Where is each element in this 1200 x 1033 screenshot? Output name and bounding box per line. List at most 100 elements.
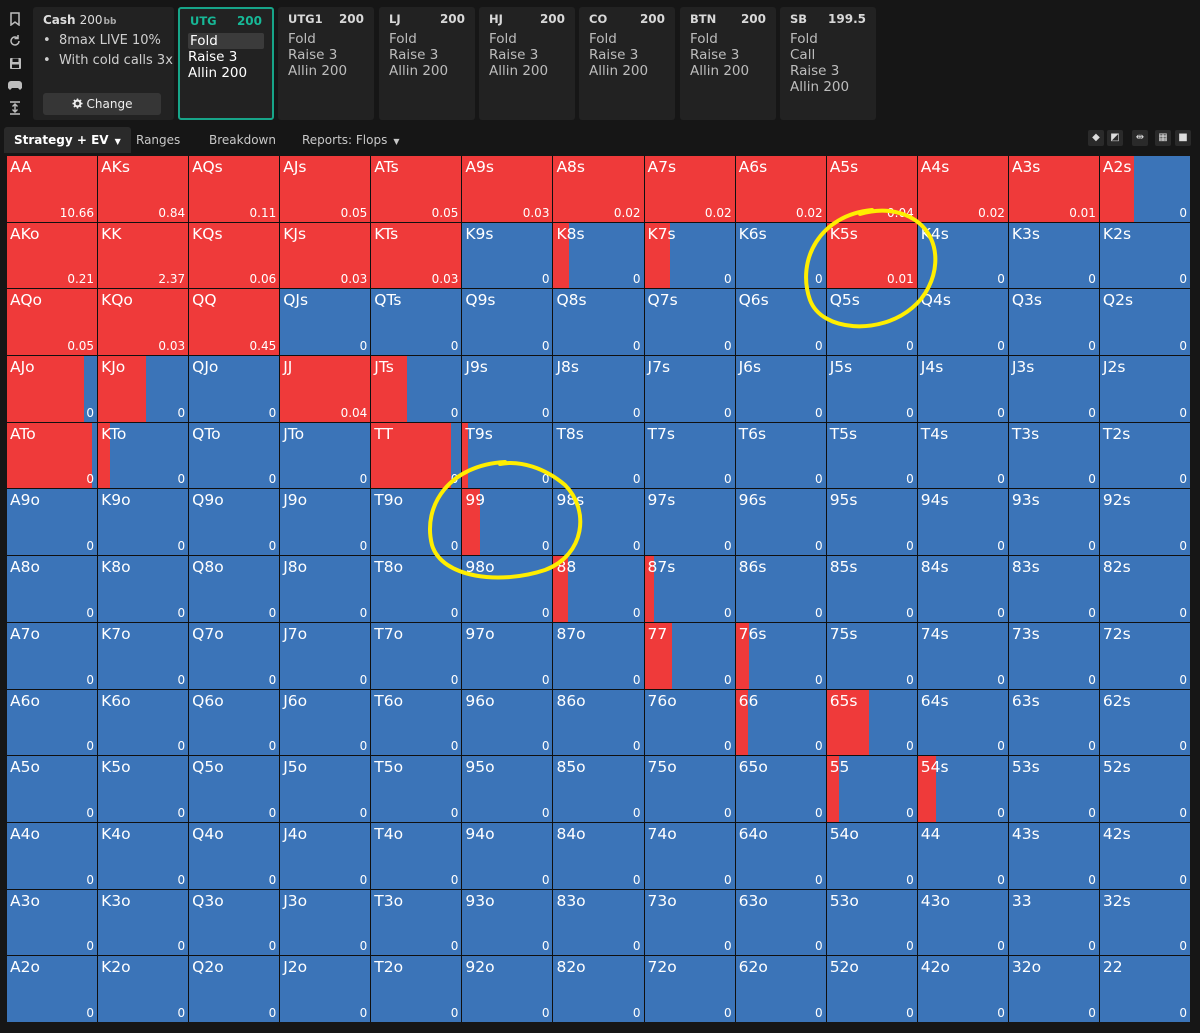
- tab-strategy-ev[interactable]: Strategy + EV ▼: [4, 127, 131, 153]
- hand-cell-k7s[interactable]: K7s 0: [644, 222, 735, 289]
- hand-cell-a9s[interactable]: A9s 0.03: [462, 156, 553, 222]
- hand-cell-a3o[interactable]: A3o 0: [7, 889, 98, 956]
- hand-cell-j6o[interactable]: J6o 0: [280, 689, 371, 756]
- hand-cell-kjs[interactable]: KJs 0.03: [280, 222, 371, 289]
- position-panel-co[interactable]: CO 200 Fold Raise 3 Allin 200: [579, 7, 675, 120]
- hand-cell-55[interactable]: 55 0: [826, 756, 917, 822]
- hand-cell-97s[interactable]: 97s 0: [644, 489, 735, 556]
- hand-cell-j8o[interactable]: J8o 0: [280, 556, 371, 622]
- action-allin-200[interactable]: Allin 200: [489, 63, 548, 79]
- hand-cell-q3o[interactable]: Q3o 0: [189, 889, 280, 956]
- hand-cell-aqo[interactable]: AQo 0.05: [7, 289, 98, 356]
- cube-icon[interactable]: ◆: [1088, 130, 1104, 146]
- hand-cell-86o[interactable]: 86o 0: [553, 689, 644, 756]
- hand-cell-t2s[interactable]: T2s 0: [1099, 422, 1190, 489]
- hand-cell-j2s[interactable]: J2s 0: [1099, 356, 1190, 422]
- action-fold[interactable]: Fold: [489, 31, 517, 47]
- action-allin-200[interactable]: Allin 200: [288, 63, 347, 79]
- hand-cell-k5s[interactable]: K5s 0.01: [826, 222, 917, 289]
- action-allin-200[interactable]: Allin 200: [389, 63, 448, 79]
- hand-cell-73o[interactable]: 73o 0: [644, 889, 735, 956]
- hand-cell-aks[interactable]: AKs 0.84: [98, 156, 189, 222]
- hand-cell-k9o[interactable]: K9o 0: [98, 489, 189, 556]
- save-icon[interactable]: [8, 57, 22, 71]
- hand-cell-k2o[interactable]: K2o 0: [98, 956, 189, 1022]
- hand-cell-q8s[interactable]: Q8s 0: [553, 289, 644, 356]
- hand-cell-q2o[interactable]: Q2o 0: [189, 956, 280, 1022]
- hand-cell-a5s[interactable]: A5s 0.04: [826, 156, 917, 222]
- hand-cell-66[interactable]: 66 0: [735, 689, 826, 756]
- position-panel-sb[interactable]: SB 199.5 Fold Call Raise 3 Allin 200: [780, 7, 876, 120]
- hand-cell-33[interactable]: 33 0: [1008, 889, 1099, 956]
- action-fold[interactable]: Fold: [188, 33, 264, 49]
- hand-cell-64s[interactable]: 64s 0: [917, 689, 1008, 756]
- hand-cell-63s[interactable]: 63s 0: [1008, 689, 1099, 756]
- hand-cell-a6s[interactable]: A6s 0.02: [735, 156, 826, 222]
- hand-cell-t2o[interactable]: T2o 0: [371, 956, 462, 1022]
- action-fold[interactable]: Fold: [288, 31, 316, 47]
- hand-cell-ato[interactable]: ATo 0: [7, 422, 98, 489]
- hand-cell-t7o[interactable]: T7o 0: [371, 622, 462, 689]
- hand-cell-j5s[interactable]: J5s 0: [826, 356, 917, 422]
- hand-cell-t3s[interactable]: T3s 0: [1008, 422, 1099, 489]
- hand-cell-q5o[interactable]: Q5o 0: [189, 756, 280, 822]
- hand-cell-83s[interactable]: 83s 0: [1008, 556, 1099, 622]
- hand-cell-j7o[interactable]: J7o 0: [280, 622, 371, 689]
- action-fold[interactable]: Fold: [389, 31, 417, 47]
- hand-cell-63o[interactable]: 63o 0: [735, 889, 826, 956]
- hand-cell-22[interactable]: 22 0: [1099, 956, 1190, 1022]
- position-panel-utg[interactable]: UTG 200 Fold Raise 3 Allin 200: [178, 7, 274, 120]
- hand-cell-92o[interactable]: 92o 0: [462, 956, 553, 1022]
- action-call[interactable]: Call: [790, 47, 815, 63]
- hand-cell-76s[interactable]: 76s 0: [735, 622, 826, 689]
- hand-cell-88[interactable]: 88 0: [553, 556, 644, 622]
- hand-cell-ajo[interactable]: AJo 0: [7, 356, 98, 422]
- hand-cell-k9s[interactable]: K9s 0: [462, 222, 553, 289]
- refresh-icon[interactable]: [8, 34, 22, 48]
- action-raise-3[interactable]: Raise 3: [288, 47, 337, 63]
- hand-cell-qto[interactable]: QTo 0: [189, 422, 280, 489]
- hand-cell-tt[interactable]: TT 0: [371, 422, 462, 489]
- hand-cell-t6s[interactable]: T6s 0: [735, 422, 826, 489]
- hand-cell-94o[interactable]: 94o 0: [462, 822, 553, 889]
- square-icon[interactable]: ■: [1175, 130, 1191, 146]
- hand-cell-62s[interactable]: 62s 0: [1099, 689, 1190, 756]
- hand-cell-t3o[interactable]: T3o 0: [371, 889, 462, 956]
- hand-cell-97o[interactable]: 97o 0: [462, 622, 553, 689]
- hand-cell-j2o[interactable]: J2o 0: [280, 956, 371, 1022]
- hand-cell-jto[interactable]: JTo 0: [280, 422, 371, 489]
- hand-cell-k8s[interactable]: K8s 0: [553, 222, 644, 289]
- hand-cell-k4s[interactable]: K4s 0: [917, 222, 1008, 289]
- hand-cell-t8s[interactable]: T8s 0: [553, 422, 644, 489]
- hand-cell-kto[interactable]: KTo 0: [98, 422, 189, 489]
- action-raise-3[interactable]: Raise 3: [489, 47, 538, 63]
- hand-cell-98o[interactable]: 98o 0: [462, 556, 553, 622]
- hand-cell-a8o[interactable]: A8o 0: [7, 556, 98, 622]
- hand-cell-t6o[interactable]: T6o 0: [371, 689, 462, 756]
- action-allin-200[interactable]: Allin 200: [790, 79, 849, 95]
- hand-cell-qts[interactable]: QTs 0: [371, 289, 462, 356]
- hand-cell-84s[interactable]: 84s 0: [917, 556, 1008, 622]
- hand-cell-j3s[interactable]: J3s 0: [1008, 356, 1099, 422]
- hand-cell-72o[interactable]: 72o 0: [644, 956, 735, 1022]
- hand-cell-77[interactable]: 77 0: [644, 622, 735, 689]
- tab-ranges[interactable]: Ranges: [136, 127, 180, 153]
- hand-cell-k3s[interactable]: K3s 0: [1008, 222, 1099, 289]
- hand-cell-86s[interactable]: 86s 0: [735, 556, 826, 622]
- hand-cell-44[interactable]: 44 0: [917, 822, 1008, 889]
- hand-cell-t8o[interactable]: T8o 0: [371, 556, 462, 622]
- hand-cell-62o[interactable]: 62o 0: [735, 956, 826, 1022]
- hand-cell-42o[interactable]: 42o 0: [917, 956, 1008, 1022]
- hand-cell-73s[interactable]: 73s 0: [1008, 622, 1099, 689]
- compress-icon[interactable]: ⇹: [1132, 130, 1148, 146]
- hand-cell-kjo[interactable]: KJo 0: [98, 356, 189, 422]
- action-raise-3[interactable]: Raise 3: [389, 47, 438, 63]
- hand-cell-q2s[interactable]: Q2s 0: [1099, 289, 1190, 356]
- hand-cell-64o[interactable]: 64o 0: [735, 822, 826, 889]
- hand-cell-q6s[interactable]: Q6s 0: [735, 289, 826, 356]
- hand-cell-96o[interactable]: 96o 0: [462, 689, 553, 756]
- hand-cell-42s[interactable]: 42s 0: [1099, 822, 1190, 889]
- hand-cell-75s[interactable]: 75s 0: [826, 622, 917, 689]
- hand-cell-j4s[interactable]: J4s 0: [917, 356, 1008, 422]
- hand-cell-k7o[interactable]: K7o 0: [98, 622, 189, 689]
